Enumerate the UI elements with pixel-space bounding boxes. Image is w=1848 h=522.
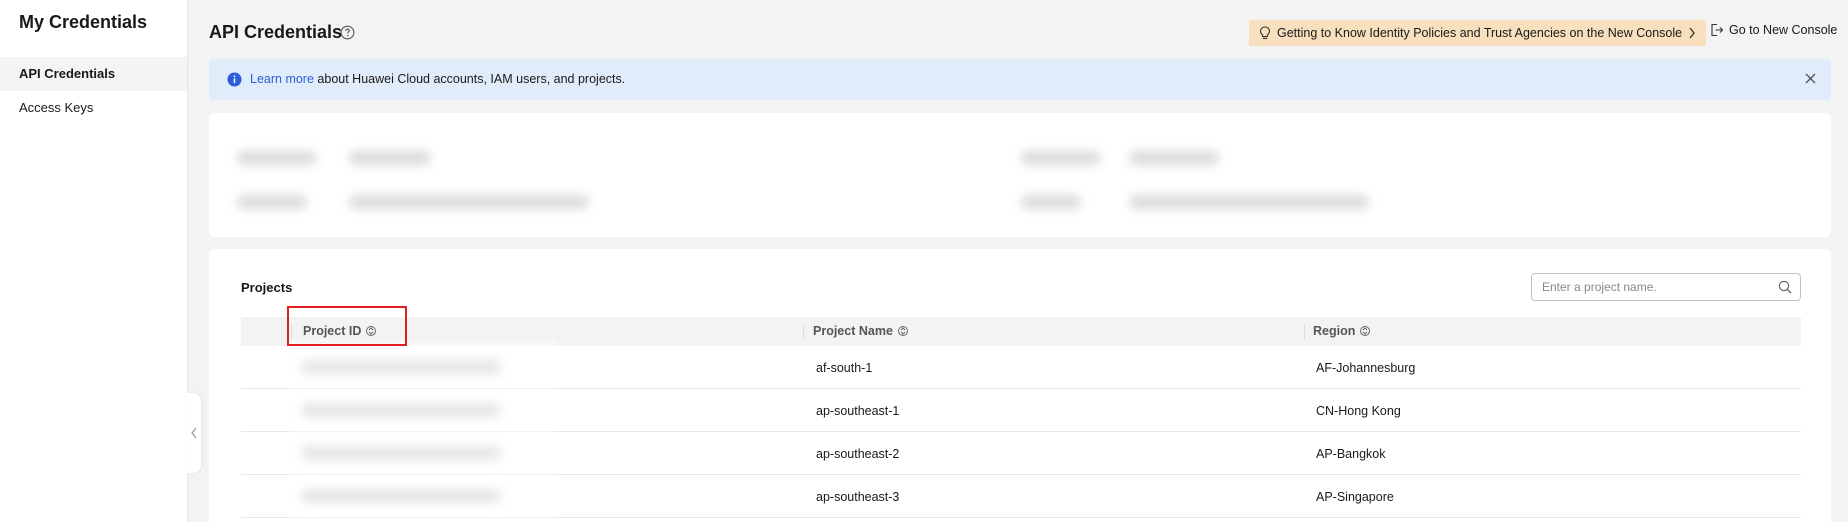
new-console-label: Go to New Console xyxy=(1729,23,1838,37)
sidebar-title: My Credentials xyxy=(19,12,148,32)
redaction-overlay xyxy=(289,340,556,522)
go-to-new-console-link[interactable]: Go to New Console xyxy=(1710,23,1837,37)
blurred-value xyxy=(349,195,589,209)
search-icon[interactable] xyxy=(1778,280,1792,294)
project-name-cell: ap-southeast-3 xyxy=(816,490,900,504)
region-cell: AP-Singapore xyxy=(1316,490,1394,504)
blurred-label xyxy=(1021,195,1081,209)
identity-policies-guide-link[interactable]: Getting to Know Identity Policies and Tr… xyxy=(1249,20,1707,46)
project-name-cell: ap-southeast-1 xyxy=(816,404,900,418)
page-title: API Credentials xyxy=(209,22,343,42)
info-icon xyxy=(227,72,242,87)
project-name-cell: af-south-1 xyxy=(816,361,873,375)
column-separator xyxy=(291,324,292,339)
blurred-label xyxy=(1021,151,1101,165)
column-separator xyxy=(1304,324,1305,339)
region-cell: AP-Bangkok xyxy=(1316,447,1386,461)
project-name-cell: ap-southeast-2 xyxy=(816,447,900,461)
sidebar: My Credentials API Credentials Access Ke… xyxy=(0,0,188,522)
column-header-project-name[interactable]: Project Name xyxy=(813,324,908,338)
alert-text: about Huawei Cloud accounts, IAM users, … xyxy=(313,72,626,86)
column-header-project-id[interactable]: Project ID xyxy=(303,324,377,338)
column-separator xyxy=(803,324,804,339)
sidebar-collapse-handle[interactable] xyxy=(186,393,201,473)
sort-icon[interactable] xyxy=(366,325,377,337)
blurred-label xyxy=(237,195,307,209)
sort-icon[interactable] xyxy=(1360,325,1371,337)
guide-link-label: Getting to Know Identity Policies and Tr… xyxy=(1277,26,1683,40)
alert-message: Learn more about Huawei Cloud accounts, … xyxy=(250,72,625,86)
blurred-value xyxy=(1129,195,1369,209)
lightbulb-icon xyxy=(1259,26,1271,40)
chevron-right-icon xyxy=(1689,27,1695,39)
column-header-label: Region xyxy=(1313,324,1356,338)
region-cell: CN-Hong Kong xyxy=(1316,404,1401,418)
blurred-value xyxy=(1129,151,1219,165)
sidebar-item-api-credentials[interactable]: API Credentials xyxy=(0,57,187,91)
column-header-label: Project ID xyxy=(303,324,362,338)
learn-more-link[interactable]: Learn more xyxy=(250,72,314,86)
project-search-box[interactable] xyxy=(1531,273,1801,301)
blurred-value xyxy=(349,151,431,165)
external-exit-icon xyxy=(1711,23,1724,37)
project-search-input[interactable] xyxy=(1542,280,1762,294)
chevron-left-icon xyxy=(190,427,197,439)
account-info-card xyxy=(209,113,1831,237)
region-cell: AF-Johannesburg xyxy=(1316,361,1416,375)
column-header-region[interactable]: Region xyxy=(1313,324,1371,338)
projects-title: Projects xyxy=(241,280,293,295)
close-icon[interactable] xyxy=(1804,72,1817,85)
info-alert: Learn more about Huawei Cloud accounts, … xyxy=(209,59,1831,100)
sort-icon[interactable] xyxy=(897,325,908,337)
blurred-label xyxy=(237,151,317,165)
column-header-label: Project Name xyxy=(813,324,893,338)
help-icon[interactable] xyxy=(340,25,355,40)
sidebar-item-access-keys[interactable]: Access Keys xyxy=(0,91,187,125)
